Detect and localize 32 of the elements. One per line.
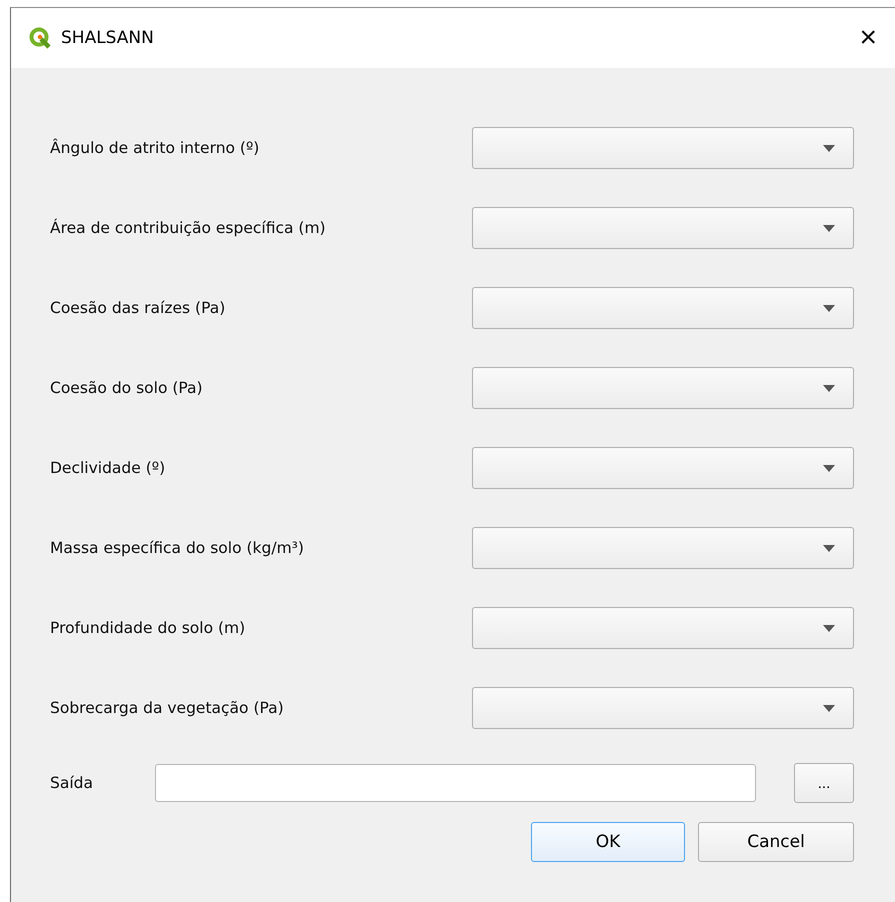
field-label: Sobrecarga da vegetação (Pa) [50, 699, 284, 717]
field-label: Coesão do solo (Pa) [50, 379, 203, 397]
caret-icon [823, 704, 835, 712]
caret-icon [823, 624, 835, 632]
layer-dropdown[interactable] [472, 687, 854, 729]
layer-dropdown[interactable] [472, 527, 854, 569]
field-label: Declividade (º) [50, 459, 166, 477]
layer-dropdown[interactable] [472, 607, 854, 649]
dialog-button[interactable]: OK [531, 822, 685, 862]
caret-icon [823, 144, 835, 152]
layer-dropdown[interactable] [472, 367, 854, 409]
caret-icon [823, 224, 835, 232]
field-label: Ângulo de atrito interno (º) [50, 139, 260, 157]
window-title: SHALSANN [61, 28, 155, 48]
close-button[interactable]: × [853, 23, 883, 53]
field-label: Profundidade do solo (m) [50, 619, 246, 637]
layer-dropdown[interactable] [472, 287, 854, 329]
field-label: Massa específica do solo (kg/m³) [50, 539, 304, 557]
browse-button[interactable]: ... [794, 763, 854, 803]
caret-icon [823, 544, 835, 552]
dialog-button[interactable]: Cancel [698, 822, 854, 862]
field-label: Coesão das raízes (Pa) [50, 299, 226, 317]
output-path-field[interactable] [154, 764, 756, 802]
caret-icon [823, 464, 835, 472]
field-label: Saída [50, 774, 93, 792]
app-logo-icon [29, 27, 51, 49]
layer-dropdown[interactable] [472, 207, 854, 249]
caret-icon [823, 384, 835, 392]
layer-dropdown[interactable] [472, 447, 854, 489]
field-label: Área de contribuição específica (m) [50, 219, 326, 237]
layer-dropdown[interactable] [472, 127, 854, 169]
caret-icon [823, 304, 835, 312]
